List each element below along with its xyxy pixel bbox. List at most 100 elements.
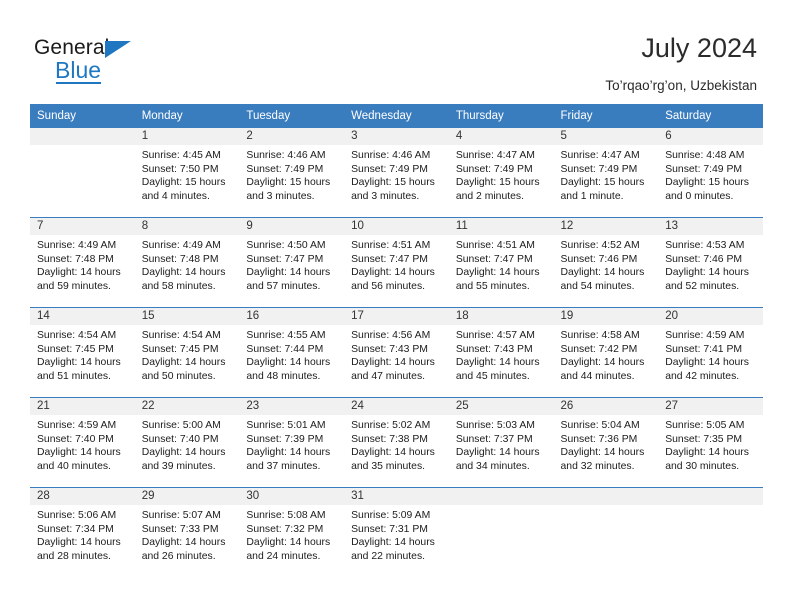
sunset-time: Sunset: 7:37 PM bbox=[455, 433, 533, 445]
sunrise-time: Sunrise: 5:04 AM bbox=[560, 420, 640, 431]
daylight-duration-line1: Daylight: 15 hours bbox=[351, 177, 435, 189]
daylight-duration-line1: Daylight: 14 hours bbox=[665, 447, 749, 459]
calendar-day-cell[interactable]: 13 Sunrise: 4:53 AM Sunset: 7:46 PM Dayligh… bbox=[658, 217, 763, 308]
calendar-day-cell[interactable]: 9 Sunrise: 4:50 AM Sunset: 7:47 PM Daylight… bbox=[239, 217, 345, 308]
calendar-week-row: 1 Sunrise: 4:45 AM Sunset: 7:50 PM Daylight… bbox=[30, 127, 763, 218]
sunrise-time: Sunrise: 5:02 AM bbox=[351, 420, 431, 431]
daylight-duration-line1: Daylight: 14 hours bbox=[246, 357, 331, 369]
day-details: Sunrise: 5:09 AM Sunset: 7:31 PM Daylight:… bbox=[344, 505, 449, 563]
calendar-day-cell[interactable]: 21 Sunrise: 4:59 AM Sunset: 7:40 PM Dayligh… bbox=[30, 397, 135, 488]
sunrise-time: Sunrise: 4:46 AM bbox=[351, 150, 431, 161]
calendar-day-cell[interactable]: 25 Sunrise: 5:03 AM Sunset: 7:37 PM Dayligh… bbox=[448, 397, 554, 488]
day-number: 4 bbox=[448, 128, 554, 145]
calendar-week-row: 28 Sunrise: 5:06 AM Sunset: 7:34 PM Dayligh… bbox=[30, 487, 763, 577]
sunrise-time: Sunrise: 5:01 AM bbox=[246, 420, 326, 431]
day-details: Sunrise: 4:51 AM Sunset: 7:47 PM Daylight:… bbox=[344, 235, 449, 293]
sunrise-time: Sunrise: 4:56 AM bbox=[351, 330, 431, 341]
calendar-day-cell[interactable]: 24 Sunrise: 5:02 AM Sunset: 7:38 PM Dayligh… bbox=[344, 397, 449, 488]
day-number: 29 bbox=[134, 488, 240, 505]
calendar-day-cell[interactable]: 1 Sunrise: 4:45 AM Sunset: 7:50 PM Daylight… bbox=[134, 127, 240, 218]
sunrise-time: Sunrise: 4:54 AM bbox=[141, 330, 221, 341]
calendar-page: General Blue July 2024 To’rqao’rg’on, Uz… bbox=[0, 0, 792, 612]
calendar-day-cell[interactable]: 28 Sunrise: 5:06 AM Sunset: 7:34 PM Dayligh… bbox=[30, 487, 135, 577]
day-details: Sunrise: 4:49 AM Sunset: 7:48 PM Daylight:… bbox=[30, 235, 135, 293]
sunset-time: Sunset: 7:49 PM bbox=[665, 163, 743, 175]
day-details: Sunrise: 4:59 AM Sunset: 7:41 PM Daylight:… bbox=[658, 325, 763, 383]
daylight-duration-line2: and 59 minutes. bbox=[37, 280, 111, 292]
calendar-day-cell[interactable]: 19 Sunrise: 4:58 AM Sunset: 7:42 PM Dayligh… bbox=[553, 307, 659, 398]
calendar-day-cell[interactable]: 15 Sunrise: 4:54 AM Sunset: 7:45 PM Dayligh… bbox=[134, 307, 240, 398]
day-number: 3 bbox=[344, 128, 449, 145]
daylight-duration-line2: and 57 minutes. bbox=[246, 280, 321, 292]
calendar-day-cell[interactable]: 23 Sunrise: 5:01 AM Sunset: 7:39 PM Dayligh… bbox=[239, 397, 345, 488]
calendar-day-cell[interactable]: 29 Sunrise: 5:07 AM Sunset: 7:33 PM Dayligh… bbox=[134, 487, 240, 577]
day-number: 6 bbox=[658, 128, 763, 145]
daylight-duration-line1: Daylight: 14 hours bbox=[560, 267, 645, 279]
sunset-time: Sunset: 7:47 PM bbox=[455, 253, 533, 265]
daylight-duration-line1: Daylight: 14 hours bbox=[665, 357, 749, 369]
daylight-duration-line1: Daylight: 14 hours bbox=[560, 447, 645, 459]
calendar-day-cell[interactable]: 18 Sunrise: 4:57 AM Sunset: 7:43 PM Dayligh… bbox=[448, 307, 554, 398]
sunset-time: Sunset: 7:47 PM bbox=[351, 253, 428, 265]
day-details: Sunrise: 4:53 AM Sunset: 7:46 PM Daylight:… bbox=[658, 235, 763, 293]
calendar-day-cell[interactable]: 5 Sunrise: 4:47 AM Sunset: 7:49 PM Daylight… bbox=[553, 127, 659, 218]
sunrise-time: Sunrise: 4:51 AM bbox=[455, 240, 535, 251]
calendar-day-cell[interactable]: 14 Sunrise: 4:54 AM Sunset: 7:45 PM Dayligh… bbox=[30, 307, 135, 398]
daylight-duration-line1: Daylight: 14 hours bbox=[37, 537, 121, 549]
sunrise-time: Sunrise: 4:58 AM bbox=[560, 330, 640, 341]
daylight-duration-line1: Daylight: 15 hours bbox=[665, 177, 749, 189]
calendar-day-cell[interactable]: 31 Sunrise: 5:09 AM Sunset: 7:31 PM Dayligh… bbox=[344, 487, 449, 577]
day-details: Sunrise: 5:06 AM Sunset: 7:34 PM Daylight:… bbox=[30, 505, 135, 563]
sunset-time: Sunset: 7:49 PM bbox=[351, 163, 428, 175]
calendar-empty-cell bbox=[658, 487, 763, 577]
calendar-day-cell[interactable]: 16 Sunrise: 4:55 AM Sunset: 7:44 PM Dayligh… bbox=[239, 307, 345, 398]
sunset-time: Sunset: 7:47 PM bbox=[246, 253, 324, 265]
calendar-day-cell[interactable]: 11 Sunrise: 4:51 AM Sunset: 7:47 PM Dayligh… bbox=[448, 217, 554, 308]
sunset-time: Sunset: 7:31 PM bbox=[351, 523, 428, 535]
daylight-duration-line2: and 45 minutes. bbox=[455, 370, 530, 382]
day-details: Sunrise: 4:46 AM Sunset: 7:49 PM Daylight:… bbox=[344, 145, 449, 203]
sunrise-time: Sunrise: 5:06 AM bbox=[37, 510, 117, 521]
calendar-day-cell[interactable]: 17 Sunrise: 4:56 AM Sunset: 7:43 PM Dayligh… bbox=[344, 307, 449, 398]
sunset-time: Sunset: 7:49 PM bbox=[246, 163, 324, 175]
sunrise-time: Sunrise: 4:47 AM bbox=[560, 150, 640, 161]
day-number: 9 bbox=[239, 218, 345, 235]
calendar-day-cell[interactable]: 6 Sunrise: 4:48 AM Sunset: 7:49 PM Daylight… bbox=[658, 127, 763, 218]
daylight-duration-line2: and 24 minutes. bbox=[246, 550, 321, 562]
calendar-day-cell[interactable]: 7 Sunrise: 4:49 AM Sunset: 7:48 PM Daylight… bbox=[30, 217, 135, 308]
day-details: Sunrise: 4:54 AM Sunset: 7:45 PM Daylight:… bbox=[135, 325, 240, 383]
calendar-day-cell[interactable]: 2 Sunrise: 4:46 AM Sunset: 7:49 PM Daylight… bbox=[239, 127, 345, 218]
logo-triangle-icon bbox=[105, 41, 131, 58]
calendar-header-row: Sunday Monday Tuesday Wednesday Thursday Frid… bbox=[30, 104, 763, 128]
calendar-day-cell[interactable]: 4 Sunrise: 4:47 AM Sunset: 7:49 PM Daylight… bbox=[448, 127, 554, 218]
day-details: Sunrise: 4:55 AM Sunset: 7:44 PM Daylight:… bbox=[239, 325, 344, 383]
sunset-time: Sunset: 7:49 PM bbox=[560, 163, 638, 175]
calendar-day-cell[interactable]: 10 Sunrise: 4:51 AM Sunset: 7:47 PM Dayligh… bbox=[344, 217, 449, 308]
sunset-time: Sunset: 7:48 PM bbox=[141, 253, 219, 265]
calendar-empty-cell bbox=[553, 487, 659, 577]
daylight-duration-line2: and 48 minutes. bbox=[246, 370, 321, 382]
sunset-time: Sunset: 7:45 PM bbox=[141, 343, 219, 355]
sunrise-sunset-calendar: Sunday Monday Tuesday Wednesday Thursday Frid… bbox=[30, 104, 763, 577]
weekday-header-monday: Monday bbox=[134, 104, 240, 128]
daylight-duration-line1: Daylight: 14 hours bbox=[246, 537, 331, 549]
day-details: Sunrise: 4:45 AM Sunset: 7:50 PM Daylight:… bbox=[135, 145, 240, 203]
weekday-header-thursday: Thursday bbox=[448, 104, 554, 128]
calendar-empty-cell bbox=[448, 487, 554, 577]
daylight-duration-line1: Daylight: 14 hours bbox=[246, 447, 331, 459]
calendar-day-cell[interactable]: 8 Sunrise: 4:49 AM Sunset: 7:48 PM Daylight… bbox=[134, 217, 240, 308]
calendar-day-cell[interactable]: 27 Sunrise: 5:05 AM Sunset: 7:35 PM Dayligh… bbox=[658, 397, 763, 488]
calendar-day-cell[interactable]: 12 Sunrise: 4:52 AM Sunset: 7:46 PM Dayligh… bbox=[553, 217, 659, 308]
calendar-day-cell[interactable]: 26 Sunrise: 5:04 AM Sunset: 7:36 PM Dayligh… bbox=[553, 397, 659, 488]
sunset-time: Sunset: 7:33 PM bbox=[141, 523, 219, 535]
sunrise-time: Sunrise: 4:57 AM bbox=[455, 330, 535, 341]
calendar-day-cell[interactable]: 22 Sunrise: 5:00 AM Sunset: 7:40 PM Dayligh… bbox=[134, 397, 240, 488]
day-details: Sunrise: 5:05 AM Sunset: 7:35 PM Daylight:… bbox=[658, 415, 763, 473]
calendar-day-cell[interactable]: 3 Sunrise: 4:46 AM Sunset: 7:49 PM Daylight… bbox=[344, 127, 449, 218]
day-number: 18 bbox=[448, 308, 554, 325]
calendar-day-cell[interactable]: 20 Sunrise: 4:59 AM Sunset: 7:41 PM Dayligh… bbox=[658, 307, 763, 398]
day-number: 31 bbox=[344, 488, 449, 505]
day-number: 19 bbox=[553, 308, 659, 325]
day-number: 20 bbox=[658, 308, 763, 325]
calendar-day-cell[interactable]: 30 Sunrise: 5:08 AM Sunset: 7:32 PM Dayligh… bbox=[239, 487, 345, 577]
